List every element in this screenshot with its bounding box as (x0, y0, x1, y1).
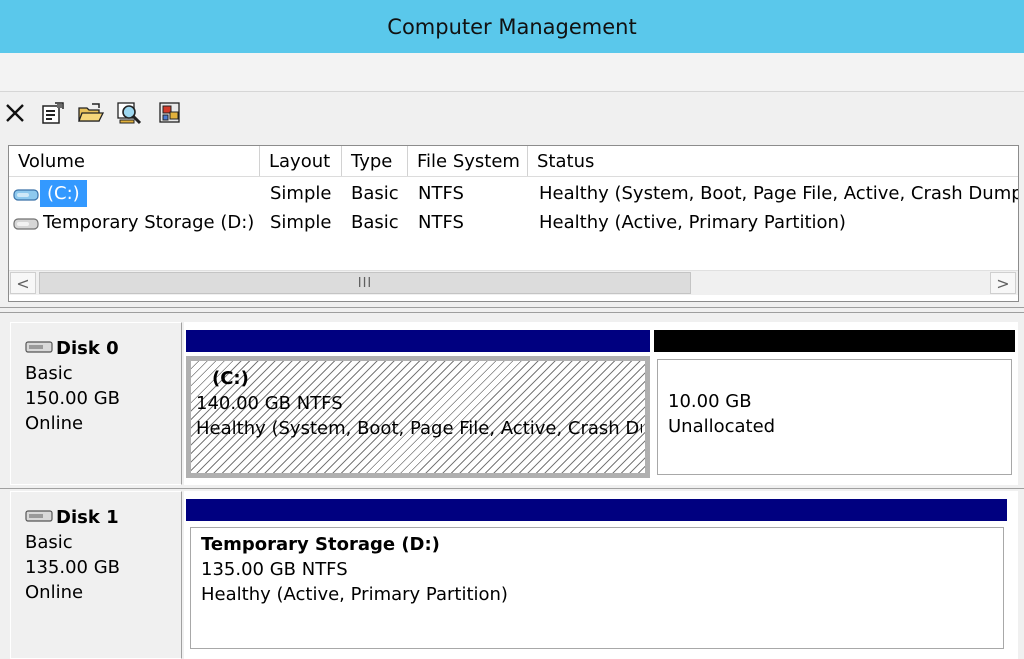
partition-bar (654, 330, 1015, 352)
disk-size: 135.00 GB (25, 557, 121, 578)
properties-button[interactable] (37, 98, 67, 128)
volume-file-system: NTFS (418, 212, 464, 233)
disk-0-partitions: (C:) 140.00 GB NTFS Healthy (System, Boo… (184, 322, 1018, 485)
partition-unallocated[interactable]: 10.00 GB Unallocated (654, 330, 1015, 478)
volume-row[interactable]: (C:) Simple Basic NTFS Healthy (System, … (9, 178, 1018, 207)
column-header-volume[interactable]: Volume (9, 146, 260, 176)
partition-size: 10.00 GB (668, 391, 752, 412)
disk-size: 150.00 GB (25, 388, 121, 409)
partition-status: Healthy (System, Boot, Page File, Active… (196, 418, 642, 439)
disk-icon (25, 336, 56, 361)
partition-title: (C:) (212, 368, 249, 389)
properties-icon (39, 101, 65, 125)
partition-body: 10.00 GB Unallocated (657, 359, 1012, 475)
help-button[interactable] (155, 98, 185, 128)
disk-1-partitions: Temporary Storage (D:) 135.00 GB NTFS He… (184, 491, 1018, 659)
volume-row[interactable]: Temporary Storage (D:) Simple Basic NTFS… (9, 207, 1018, 236)
volume-file-system: NTFS (418, 183, 464, 204)
column-header-type[interactable]: Type (342, 146, 408, 176)
partition-body: (C:) 140.00 GB NTFS Healthy (System, Boo… (186, 356, 650, 478)
delete-icon (4, 102, 26, 124)
disk-name: Disk 1 (56, 507, 119, 528)
scroll-left-button[interactable]: < (10, 272, 36, 294)
volume-status: Healthy (System, Boot, Page File, Active… (539, 183, 1018, 204)
disk-type: Basic (25, 363, 73, 384)
disk-1-label[interactable]: Disk 1 Basic 135.00 GB Online (10, 491, 182, 659)
scroll-right-button[interactable]: > (990, 272, 1016, 294)
partition-bar (186, 499, 1007, 521)
disk-separator (0, 488, 1024, 489)
partition-size: 135.00 GB NTFS (201, 559, 348, 580)
volume-name: (C:) (40, 180, 87, 207)
volume-layout: Simple (270, 212, 332, 233)
disk-icon (25, 505, 56, 530)
column-header-layout[interactable]: Layout (260, 146, 342, 176)
volume-type: Basic (351, 212, 399, 233)
volume-icon (13, 215, 39, 236)
menu-bar (0, 53, 1024, 92)
delete-button[interactable] (0, 98, 30, 128)
partition-d[interactable]: Temporary Storage (D:) 135.00 GB NTFS He… (186, 499, 1007, 651)
disk-state: Online (25, 413, 84, 434)
disk-name: Disk 0 (56, 338, 119, 359)
volume-name: Temporary Storage (D:) (43, 212, 255, 233)
partition-title: Temporary Storage (D:) (201, 534, 440, 555)
volume-type: Basic (351, 183, 399, 204)
help-icon (157, 100, 183, 126)
disk-state: Online (25, 582, 84, 603)
horizontal-scrollbar[interactable]: < III > (9, 270, 1018, 295)
partition-size: 140.00 GB NTFS (196, 393, 343, 414)
partition-bar (186, 330, 650, 352)
disk-0-label[interactable]: Disk 0 Basic 150.00 GB Online (10, 322, 182, 485)
column-header-file-system[interactable]: File System (408, 146, 528, 176)
partition-c[interactable]: (C:) 140.00 GB NTFS Healthy (System, Boo… (186, 330, 650, 478)
volume-layout: Simple (270, 183, 332, 204)
partition-body: Temporary Storage (D:) 135.00 GB NTFS He… (190, 527, 1004, 649)
explore-button[interactable] (115, 98, 145, 128)
column-header-status[interactable]: Status (528, 146, 1018, 176)
explore-icon (116, 100, 144, 126)
open-folder-icon (77, 101, 105, 125)
volume-status: Healthy (Active, Primary Partition) (539, 212, 846, 233)
window-title: Computer Management (387, 14, 637, 39)
scrollbar-thumb[interactable]: III (39, 272, 691, 294)
disk-type: Basic (25, 532, 73, 553)
window-title-bar: Computer Management (0, 0, 1024, 53)
partition-status: Unallocated (668, 416, 776, 437)
volume-icon (13, 186, 39, 207)
partition-status: Healthy (Active, Primary Partition) (201, 584, 508, 605)
volume-list[interactable]: Volume Layout Type File System Status (C… (8, 145, 1019, 302)
pane-splitter[interactable] (0, 307, 1024, 313)
volume-list-header: Volume Layout Type File System Status (9, 146, 1018, 177)
open-button[interactable] (76, 98, 106, 128)
toolbar (0, 92, 1024, 134)
